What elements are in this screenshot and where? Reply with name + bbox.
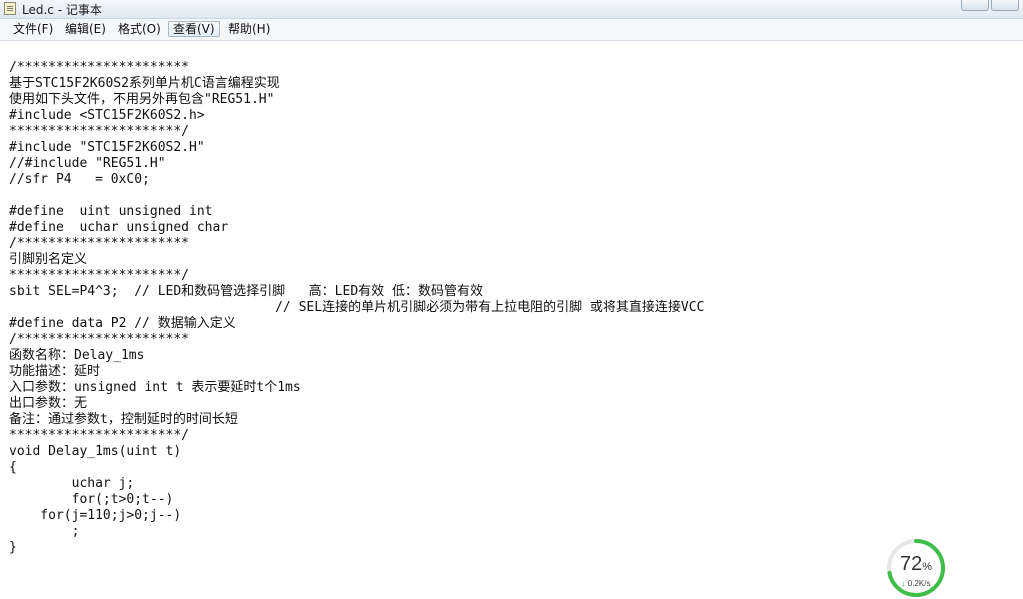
usage-percent-unit: % xyxy=(922,561,933,573)
usage-percent: 72% xyxy=(885,553,947,576)
editor-content[interactable]: /********************** 基于STC15F2K60S2系列… xyxy=(9,60,704,556)
menu-edit[interactable]: 编辑(E) xyxy=(61,21,110,37)
download-speed: ↓ 0.2K/s xyxy=(885,579,947,588)
download-arrow-icon: ↓ xyxy=(901,579,906,588)
window-title: Led.c - 记事本 xyxy=(22,3,102,17)
usage-percent-value: 72 xyxy=(899,553,923,575)
window-controls xyxy=(961,0,1023,12)
minimize-button[interactable] xyxy=(961,0,989,11)
menu-bar: 文件(F) 编辑(E) 格式(O) 查看(V) 帮助(H) xyxy=(0,19,1023,41)
network-speed-widget[interactable]: 72% ↓ 0.2K/s xyxy=(885,537,947,599)
menu-format[interactable]: 格式(O) xyxy=(114,21,165,37)
maximize-button[interactable] xyxy=(991,0,1019,11)
menu-help[interactable]: 帮助(H) xyxy=(224,21,274,37)
download-speed-value: 0.2K/s xyxy=(907,579,931,588)
text-editor[interactable]: /********************** 基于STC15F2K60S2系列… xyxy=(0,41,1023,589)
menu-view[interactable]: 查看(V) xyxy=(168,21,220,37)
menu-file[interactable]: 文件(F) xyxy=(9,21,57,37)
title-bar: Led.c - 记事本 xyxy=(0,0,1023,19)
notepad-icon xyxy=(4,2,16,15)
